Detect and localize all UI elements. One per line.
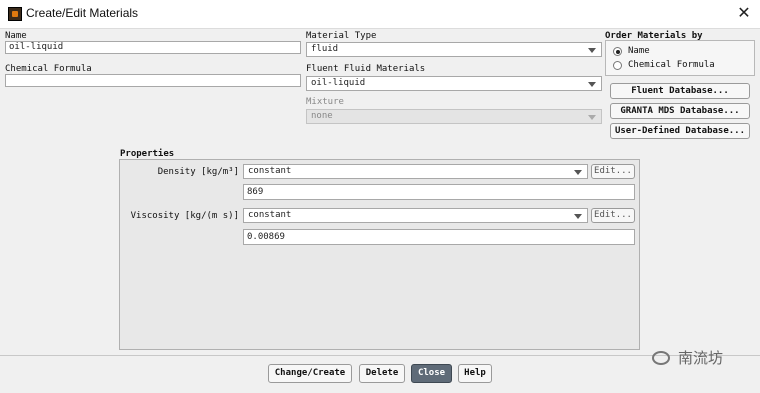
chevron-down-icon <box>588 115 596 120</box>
material-type-dropdown[interactable]: fluid <box>306 42 602 57</box>
fluent-app-icon <box>8 7 22 21</box>
change-create-button[interactable]: Change/Create <box>268 364 352 383</box>
fluent-fluid-materials-value: oil-liquid <box>311 78 366 88</box>
chevron-down-icon <box>574 170 582 175</box>
mixture-label: Mixture <box>306 97 344 107</box>
wechat-icon <box>652 351 670 365</box>
order-option-formula-label: Chemical Formula <box>628 60 715 70</box>
help-button[interactable]: Help <box>458 364 492 383</box>
chemical-formula-label: Chemical Formula <box>5 64 92 74</box>
viscosity-label: Viscosity [kg/(m s)] <box>130 211 239 221</box>
title-bar: Create/Edit Materials ✕ <box>0 0 760 29</box>
chemical-formula-input[interactable] <box>5 74 301 87</box>
name-label: Name <box>5 31 27 41</box>
radio-unselected-icon <box>613 61 622 70</box>
user-defined-database-button[interactable]: User-Defined Database... <box>610 123 750 139</box>
order-option-name-label: Name <box>628 46 650 56</box>
chevron-down-icon <box>574 214 582 219</box>
viscosity-method-dropdown[interactable]: constant <box>243 208 588 223</box>
density-value-input[interactable]: 869 <box>243 184 635 200</box>
name-input[interactable]: oil-liquid <box>5 41 301 54</box>
granta-mds-database-button[interactable]: GRANTA MDS Database... <box>610 103 750 119</box>
fluent-fluid-materials-label: Fluent Fluid Materials <box>306 64 426 74</box>
mixture-value: none <box>311 111 333 121</box>
order-option-name[interactable]: Name <box>613 46 753 58</box>
density-edit-button[interactable]: Edit... <box>591 164 635 179</box>
footer-separator <box>0 355 760 356</box>
fluent-fluid-materials-dropdown[interactable]: oil-liquid <box>306 76 602 91</box>
radio-selected-icon <box>613 47 622 56</box>
close-button[interactable]: Close <box>411 364 452 383</box>
close-window-icon[interactable]: ✕ <box>733 2 755 24</box>
viscosity-edit-button[interactable]: Edit... <box>591 208 635 223</box>
chevron-down-icon <box>588 48 596 53</box>
fluent-database-button[interactable]: Fluent Database... <box>610 83 750 99</box>
properties-label: Properties <box>120 149 175 159</box>
order-option-chemical-formula[interactable]: Chemical Formula <box>613 60 753 72</box>
chevron-down-icon <box>588 82 596 87</box>
material-type-label: Material Type <box>306 31 377 41</box>
density-label: Density [kg/m³] <box>157 167 239 177</box>
viscosity-value-input[interactable]: 0.00869 <box>243 229 635 245</box>
density-method-dropdown[interactable]: constant <box>243 164 588 179</box>
window-title: Create/Edit Materials <box>26 6 139 20</box>
material-type-value: fluid <box>311 44 339 54</box>
delete-button[interactable]: Delete <box>359 364 405 383</box>
viscosity-method-value: constant <box>248 210 292 220</box>
density-method-value: constant <box>248 166 292 176</box>
watermark-text: 南流坊 <box>678 349 724 367</box>
mixture-dropdown: none <box>306 109 602 124</box>
order-materials-group: Name Chemical Formula <box>605 40 755 76</box>
